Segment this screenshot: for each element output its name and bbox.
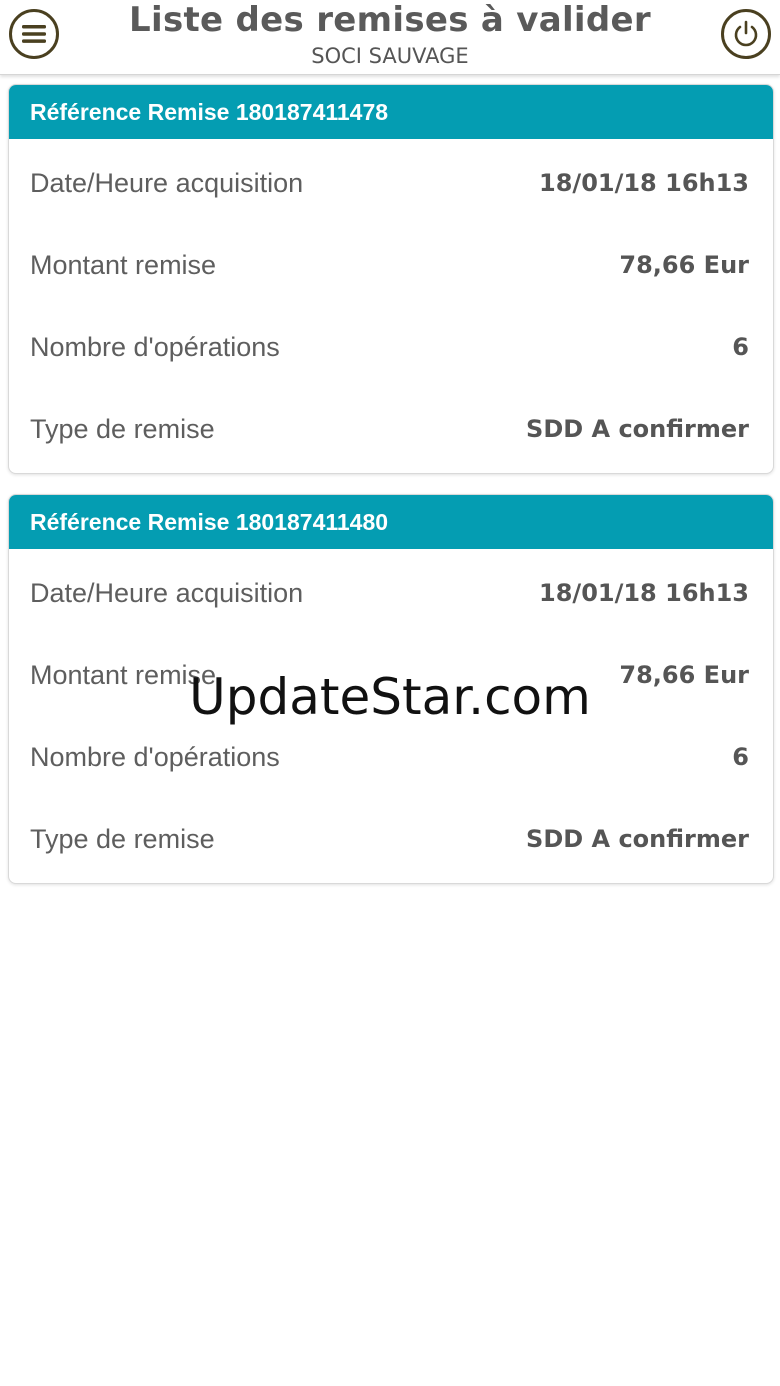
row-label: Nombre d'opérations: [30, 332, 280, 362]
acquisition-row: Date/Heure acquisition 18/01/18 16h13: [9, 139, 773, 221]
acquisition-row: Date/Heure acquisition 18/01/18 16h13: [9, 549, 773, 631]
row-value: SDD A confirmer: [526, 825, 749, 853]
remise-type-row: Type de remise SDD A confirmer: [9, 795, 773, 877]
remise-card[interactable]: Référence Remise 180187411480 Date/Heure…: [8, 494, 774, 884]
remise-reference-header: Référence Remise 180187411478: [9, 85, 773, 139]
operations-count-row: Nombre d'opérations 6: [9, 303, 773, 385]
row-value: 78,66 Eur: [619, 251, 749, 279]
row-label: Montant remise: [30, 250, 217, 280]
page-subtitle: SOCI SAUVAGE: [311, 44, 469, 68]
remise-reference-header: Référence Remise 180187411480: [9, 495, 773, 549]
row-value: 6: [732, 333, 749, 361]
row-label: Date/Heure acquisition: [30, 578, 304, 608]
remise-card[interactable]: Référence Remise 180187411478 Date/Heure…: [8, 84, 774, 474]
row-value: 78,66 Eur: [619, 661, 749, 689]
row-value: 18/01/18 16h13: [539, 169, 749, 197]
page-title: Liste des remises à valider: [129, 0, 651, 40]
row-value: SDD A confirmer: [526, 415, 749, 443]
row-value: 18/01/18 16h13: [539, 579, 749, 607]
row-value: 6: [732, 743, 749, 771]
row-label: Type de remise: [30, 824, 215, 854]
row-label: Montant remise: [30, 660, 217, 690]
remise-type-row: Type de remise SDD A confirmer: [9, 385, 773, 467]
row-label: Nombre d'opérations: [30, 742, 280, 772]
power-icon: [734, 20, 758, 47]
amount-row: Montant remise 78,66 Eur: [9, 631, 773, 713]
app-header: Liste des remises à valider SOCI SAUVAGE: [0, 0, 780, 75]
amount-row: Montant remise 78,66 Eur: [9, 221, 773, 303]
operations-count-row: Nombre d'opérations 6: [9, 713, 773, 795]
logout-button[interactable]: [721, 9, 771, 59]
row-label: Date/Heure acquisition: [30, 168, 304, 198]
row-label: Type de remise: [30, 414, 215, 444]
